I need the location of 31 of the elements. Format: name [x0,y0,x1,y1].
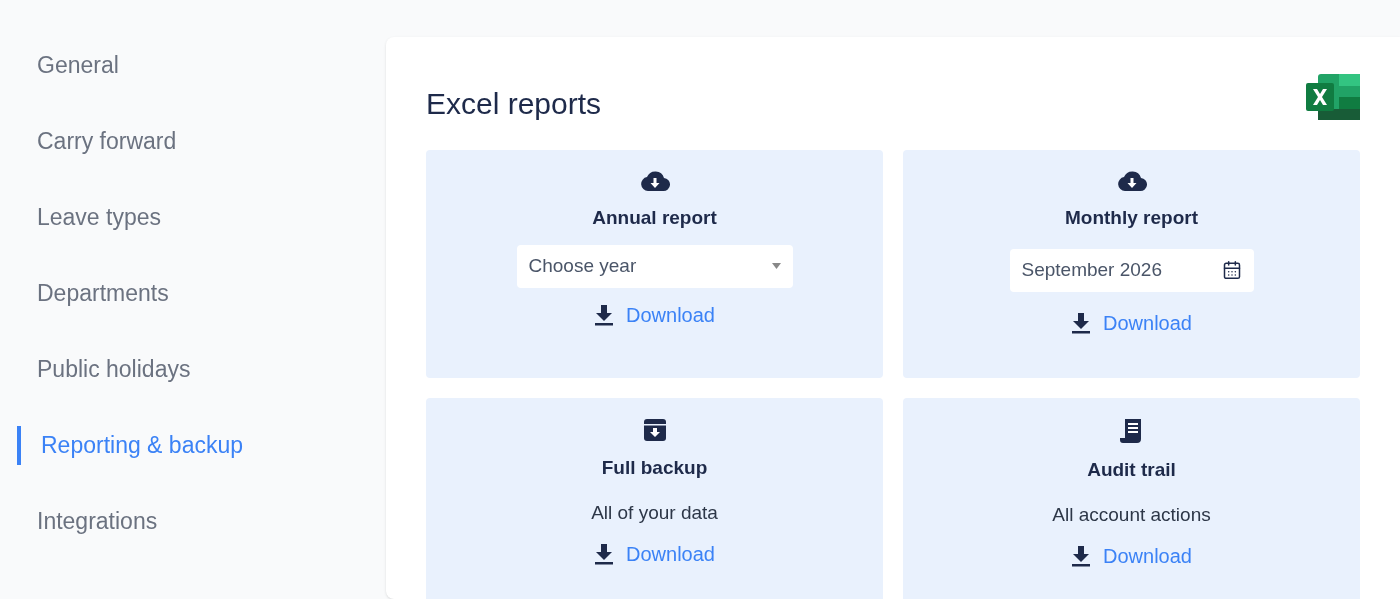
card-description: All of your data [591,500,718,525]
download-icon [594,543,614,565]
sidebar-item[interactable]: Leave types [37,200,162,235]
download-icon [1071,311,1091,334]
card-title: Annual report [592,206,717,230]
download-icon [594,303,614,326]
sidebar-item[interactable]: General [37,48,119,83]
download-link[interactable]: Download [1103,541,1192,571]
cloud-download-icon [1116,170,1147,192]
sidebar-item[interactable]: Departments [37,276,169,311]
cloud-download-icon [639,170,670,192]
sidebar-item[interactable]: Carry forward [37,124,177,159]
card-title: Monthly report [1065,206,1198,230]
card-title: Audit trail [1087,458,1176,482]
year-select[interactable]: Choose year [516,244,793,288]
caret-icon [771,263,781,269]
month-field[interactable]: September 2026 [1009,248,1254,292]
calendar-icon [1221,260,1242,280]
download-icon [1071,545,1091,567]
download-link[interactable]: Download [1103,307,1192,338]
panel-title: Excel reports [426,86,602,122]
spreadsheet-logo [1306,73,1360,121]
sidebar-item[interactable]: Integrations [37,504,158,539]
card-description: All account actions [1052,502,1211,527]
receipt-icon [1119,418,1144,444]
download-link[interactable]: Download [626,299,715,330]
download-link[interactable]: Download [626,539,715,569]
sidebar-item[interactable]: Public holidays [37,352,191,387]
sidebar-item[interactable]: Reporting & backup [41,428,243,463]
archive-box-icon [642,418,667,442]
card-title: Full backup [601,456,708,480]
